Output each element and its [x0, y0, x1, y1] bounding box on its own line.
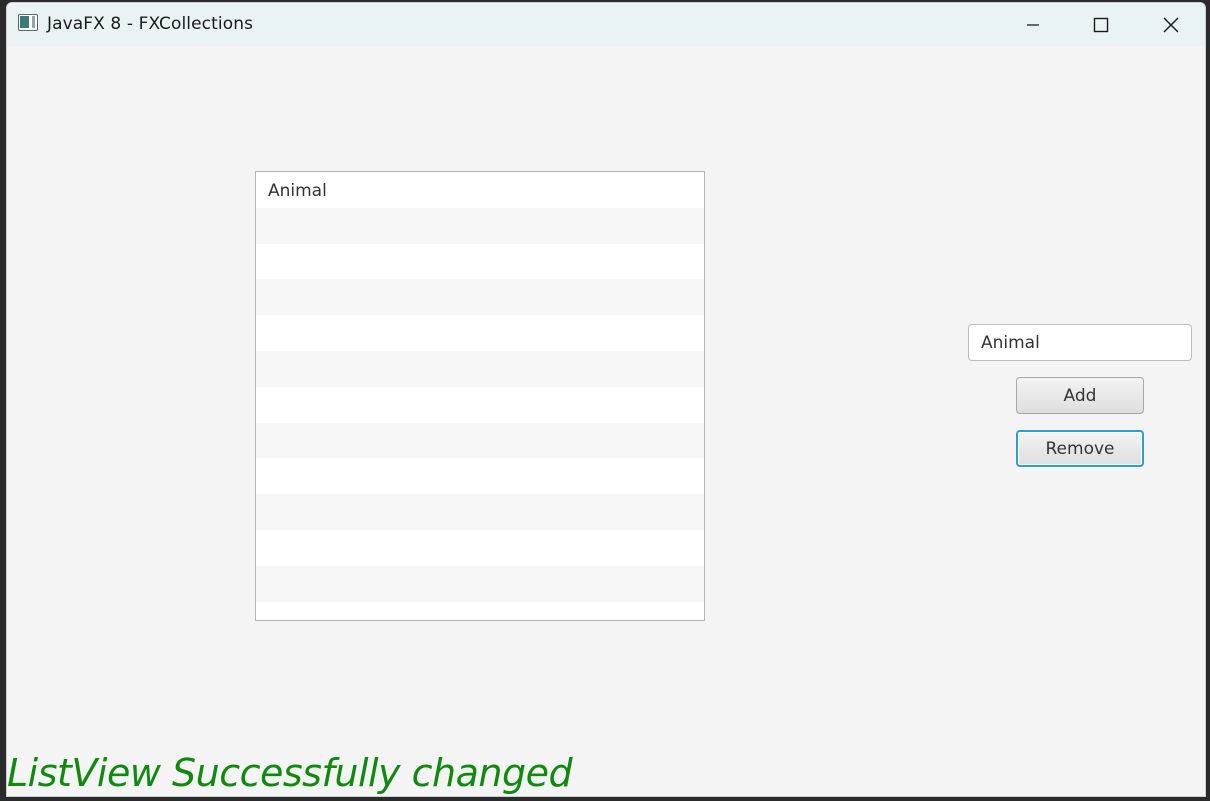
maximize-icon [1093, 17, 1109, 32]
close-button[interactable] [1141, 3, 1201, 46]
empty-list-row [256, 315, 704, 351]
minimize-button[interactable] [1003, 3, 1063, 46]
empty-list-row [256, 529, 704, 566]
empty-list-row [256, 565, 704, 602]
close-icon [1163, 17, 1179, 32]
empty-list-row [256, 601, 704, 620]
minimize-icon [1027, 23, 1039, 26]
empty-list-row [256, 279, 704, 316]
empty-list-row [256, 243, 704, 280]
item-text-field[interactable] [968, 324, 1192, 361]
javafx-app-icon [18, 14, 38, 31]
title-bar[interactable]: JavaFX 8 - FXCollections [7, 3, 1205, 46]
status-message: ListView Successfully changed [7, 751, 573, 795]
empty-list-row [256, 422, 704, 459]
list-item[interactable]: Animal [256, 172, 704, 208]
window-title: JavaFX 8 - FXCollections [47, 14, 254, 34]
empty-list-row [256, 458, 704, 495]
maximize-button[interactable] [1071, 3, 1131, 46]
list-view[interactable]: Animal [255, 171, 705, 621]
app-window: JavaFX 8 - FXCollections Animal Animal A… [6, 2, 1206, 797]
empty-list-row [256, 350, 704, 387]
remove-button[interactable]: Remove [1016, 430, 1144, 467]
add-button[interactable]: Add [1016, 377, 1144, 414]
empty-list-row [256, 207, 704, 244]
empty-list-row [256, 386, 704, 423]
empty-list-row [256, 494, 704, 530]
